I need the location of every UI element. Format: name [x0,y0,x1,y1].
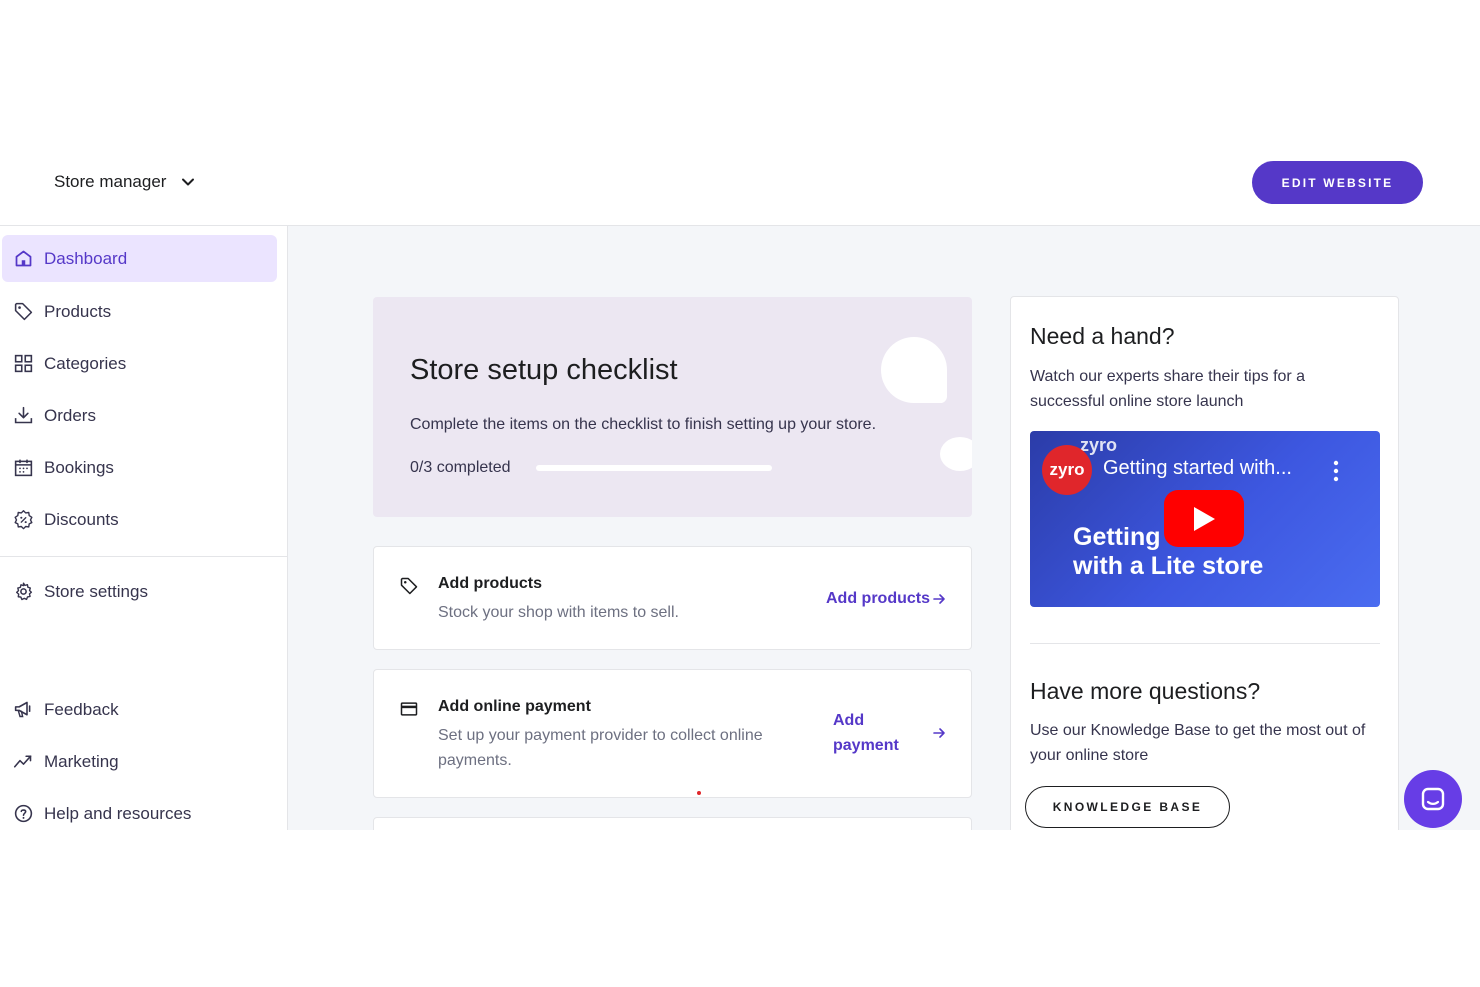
sidebar-item-products[interactable]: Products [2,288,277,335]
help-panel: Need a hand? Watch our experts share the… [1010,296,1399,830]
edit-website-button[interactable]: EDIT WEBSITE [1252,161,1423,204]
main-content: Store setup checklist Complete the items… [288,226,1480,830]
chat-icon [1421,787,1445,811]
arrow-right-icon [932,726,946,740]
sidebar-item-orders[interactable]: Orders [2,392,277,439]
sidebar-item-label: Dashboard [44,248,128,268]
play-icon [1194,506,1215,531]
help-circle-icon [12,803,34,825]
store-manager-dropdown[interactable]: Store manager [54,172,196,192]
video-thumbnail[interactable]: zyro zyro Getting started with... Gettin… [1030,431,1380,607]
sidebar-item-label: Categories [44,353,127,373]
discount-badge-icon [12,509,34,531]
task-card-add-online-payment: Add online payment Set up your payment p… [373,669,972,798]
setup-checklist-banner: Store setup checklist Complete the items… [373,297,972,517]
knowledge-base-button[interactable]: KNOWLEDGE BASE [1025,786,1230,828]
sidebar-item-label: Marketing [44,751,119,771]
checklist-title: Store setup checklist [410,354,678,386]
top-header: Store manager EDIT WEBSITE [0,140,1480,226]
credit-card-icon [399,699,421,721]
sidebar-item-label: Store settings [44,581,148,601]
task-description: Stock your shop with items to sell. [438,604,679,621]
channel-logo[interactable]: zyro [1042,445,1092,495]
more-questions-title: Have more questions? [1030,678,1261,704]
task-description: Set up your payment provider to collect … [438,723,763,773]
sidebar-item-marketing[interactable]: Marketing [2,738,277,785]
tag-icon [399,576,421,598]
arrow-right-icon [932,592,946,606]
sidebar: Dashboard Products Categories Orders Boo… [0,226,288,830]
cursor-dot [697,791,701,795]
add-products-link[interactable]: Add products [826,586,930,611]
sidebar-item-discounts[interactable]: Discounts [2,496,277,543]
sidebar-item-label: Products [44,301,112,321]
task-description-line: Set up your payment provider to collect … [438,727,763,744]
sidebar-item-label: Help and resources [44,803,192,823]
sidebar-item-bookings[interactable]: Bookings [2,444,277,491]
help-divider [1030,643,1380,644]
play-button[interactable] [1164,490,1244,547]
tag-icon [12,301,34,323]
sidebar-item-store-settings[interactable]: Store settings [2,568,277,615]
link-line: payment [833,737,899,754]
checklist-description: Complete the items on the checklist to f… [410,416,877,433]
sidebar-divider [0,556,287,557]
trend-icon [12,751,34,773]
more-questions-description: Use our Knowledge Base to get the most o… [1030,722,1366,764]
task-title: Add online payment [438,698,591,715]
more-vertical-icon[interactable] [1330,459,1342,483]
task-card-next [373,817,972,830]
sidebar-item-feedback[interactable]: Feedback [2,686,277,733]
task-card-add-products: Add products Stock your shop with items … [373,546,972,650]
sidebar-item-help[interactable]: Help and resources [2,790,277,830]
home-icon [12,248,34,270]
task-description-line: payments. [438,752,512,769]
calendar-icon [12,457,34,479]
grid-icon [12,353,34,375]
sidebar-item-dashboard[interactable]: Dashboard [2,235,277,282]
help-description: Watch our experts share their tips for a… [1030,368,1306,410]
gear-icon [12,581,34,603]
chevron-down-icon [182,178,195,186]
sidebar-item-label: Feedback [44,699,119,719]
checklist-progress-label: 0/3 completed [410,459,511,476]
checklist-progress-bar [536,465,772,471]
help-title: Need a hand? [1030,323,1175,349]
sidebar-item-categories[interactable]: Categories [2,340,277,387]
decorative-shape [881,337,947,403]
app-window: Store manager EDIT WEBSITE Dashboard Pro… [0,140,1480,830]
sidebar-item-label: Bookings [44,457,114,477]
store-manager-label: Store manager [54,172,167,191]
chat-button[interactable] [1404,770,1462,828]
video-title[interactable]: Getting started with... [1103,457,1292,480]
add-payment-link[interactable]: Add payment [833,708,899,758]
download-icon [12,405,34,427]
task-title: Add products [438,575,542,592]
megaphone-icon [12,699,34,721]
decorative-shape [940,437,972,471]
sidebar-item-label: Orders [44,405,96,425]
overlay-line: with a Lite store [1073,552,1264,580]
link-line: Add [833,712,865,729]
sidebar-item-label: Discounts [44,509,119,529]
